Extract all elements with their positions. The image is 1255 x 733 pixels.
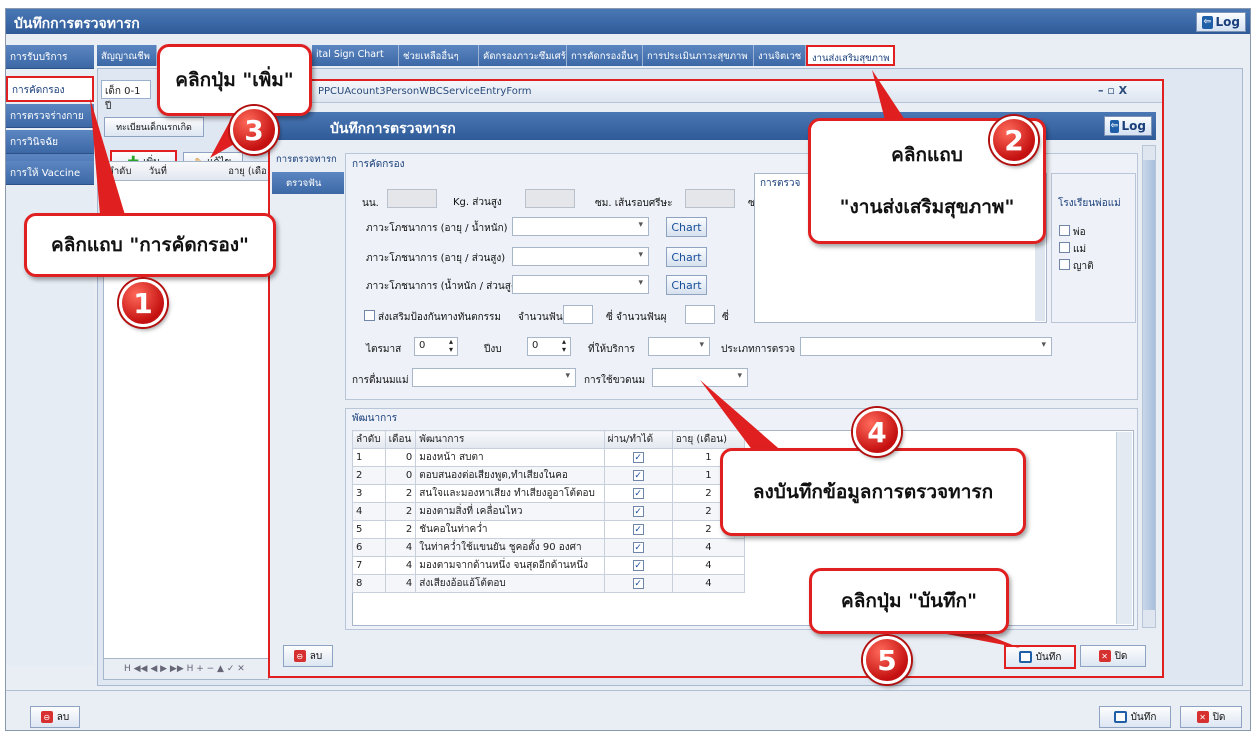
step-2-badge: 2 [990, 116, 1038, 164]
callout-3-text: คลิกปุ่ม "เพิ่ม" [175, 69, 294, 91]
callout-1: คลิกแถบ "การคัดกรอง" [24, 213, 276, 277]
step-5-badge: 5 [863, 636, 911, 684]
callout-5-text: คลิกปุ่ม "บันทึก" [841, 590, 977, 612]
callout-2-text-2: "งานส่งเสริมสุขภาพ" [839, 196, 1015, 218]
step-1-badge: 1 [119, 279, 167, 327]
step-3-badge: 3 [230, 106, 278, 154]
step-4-badge: 4 [853, 408, 901, 456]
callout-5: คลิกปุ่ม "บันทึก" [809, 568, 1009, 634]
callout-2-text-1: คลิกแถบ [891, 144, 963, 166]
arrow-2 [872, 70, 905, 120]
callout-4-text: ลงบันทึกข้อมูลการตรวจทารก [752, 481, 994, 503]
callout-1-text: คลิกแถบ "การคัดกรอง" [51, 234, 249, 256]
arrow-1 [90, 98, 125, 215]
callout-3: คลิกปุ่ม "เพิ่ม" [157, 44, 312, 116]
callout-4: ลงบันทึกข้อมูลการตรวจทารก [720, 448, 1026, 536]
